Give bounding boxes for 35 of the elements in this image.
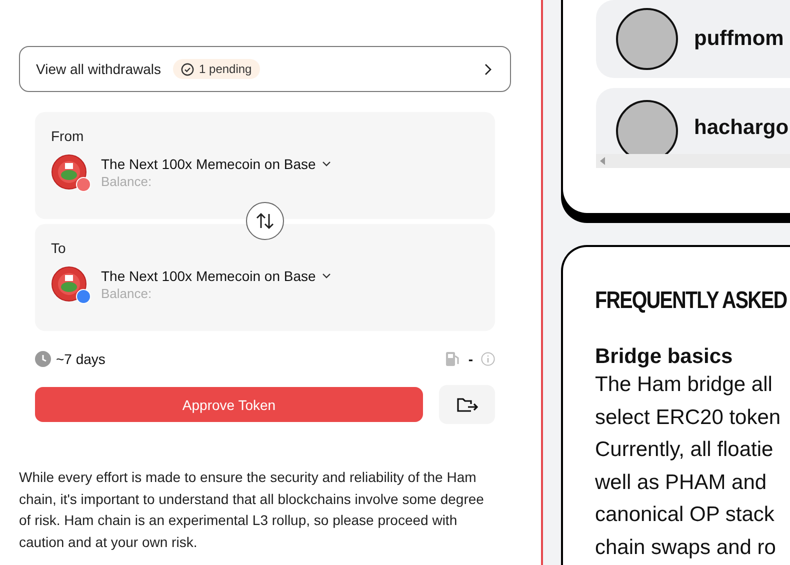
avatar [616, 8, 678, 70]
network-badge-icon [76, 289, 91, 304]
folder-arrow-icon [456, 396, 478, 414]
faq-title: FREQUENTLY ASKED [595, 287, 787, 315]
chevron-down-icon [322, 272, 331, 278]
pending-count: 1 pending [199, 62, 252, 76]
balance-label: Balance: [101, 286, 153, 300]
gas-pump-icon [445, 351, 460, 367]
token-selector[interactable]: The Next 100x Memecoin on Base [101, 268, 331, 284]
network-badge-icon [76, 177, 91, 192]
check-circle-icon [181, 62, 194, 76]
chevron-right-icon [484, 62, 492, 76]
scroll-left-icon[interactable] [600, 157, 605, 165]
fee-value: - [468, 351, 473, 367]
user-row[interactable]: hachargo [596, 88, 790, 154]
section-label: From [51, 128, 85, 144]
username: hachargo [694, 116, 789, 140]
username: puffmom [694, 27, 784, 51]
info-icon[interactable] [481, 352, 495, 366]
wallet-button[interactable] [439, 385, 495, 424]
section-label: To [51, 240, 67, 256]
token-selector[interactable]: The Next 100x Memecoin on Base [101, 156, 331, 172]
approve-button[interactable]: Approve Token [35, 387, 423, 422]
disclaimer-text: While every effort is made to ensure the security and reliability of the Ham chain, it's important to understand that all blockchains involve some degree of risk. Ham chain is an experimental L3 rollup, so please proceed with caution and at your own risk. [19, 468, 485, 552]
duration-text: ~7 days [56, 351, 106, 367]
balance-label: Balance: [101, 174, 153, 188]
withdrawals-button[interactable]: View all withdrawals 1 pending [19, 46, 511, 92]
avatar [616, 100, 678, 154]
faq-answer: The Ham bridge all select ERC20 token Currently, all floatie well as PHAM and canonical OP stack chain swaps and ro [595, 372, 781, 560]
user-row[interactable]: puffmom [596, 0, 790, 78]
faq-section-title: Bridge basics [595, 345, 734, 369]
chevron-down-icon [322, 160, 331, 166]
scrollbar[interactable] [596, 154, 790, 168]
clock-icon [35, 351, 51, 367]
swap-arrows-icon [255, 211, 275, 231]
